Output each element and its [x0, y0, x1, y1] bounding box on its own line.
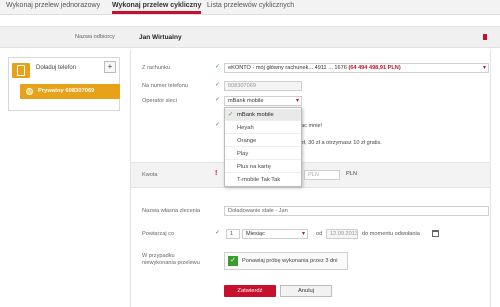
check-icon: ✓	[215, 230, 221, 236]
failure-label-1: W przypadku	[142, 253, 175, 259]
operator-dropdown: ✓ mBank mobile Heyah Orange Play Plus na…	[224, 107, 302, 187]
calendar-icon[interactable]	[432, 230, 439, 237]
operator-option[interactable]: Plus na kartę	[225, 161, 301, 173]
from-account-label: Z rachunku	[142, 65, 170, 71]
promo-text-2: zł, 30 zł a otrzymasz 10 zł gratis.	[301, 140, 382, 146]
operator-option[interactable]: T-mobile Tak Tak	[225, 174, 301, 186]
tab-bar: Wykonaj przelew jednorazowy Wykonaj prze…	[0, 0, 500, 15]
topup-label: Doładuj telefon	[36, 65, 77, 71]
add-button[interactable]: +	[104, 61, 116, 73]
check-icon: ✓	[215, 97, 221, 103]
phone-label: Na numer telefonu	[142, 83, 189, 89]
order-name-input[interactable]: Doładowanie stałe - Jan	[224, 206, 489, 216]
repeat-unit-select[interactable]: Miesiąc ▾	[242, 229, 308, 239]
from-account-value: eKONTO - mój główny rachunek... 4911 ...…	[228, 65, 347, 71]
from-date-label: od	[316, 231, 323, 237]
operator-option[interactable]: Orange	[225, 135, 301, 147]
failure-label-2: niewykonania przelewu	[142, 260, 200, 266]
retry-text: Ponawiaj próbę wykonania przez 3 dni	[242, 258, 338, 264]
repeat-label: Powtarzaj co	[142, 231, 175, 237]
promo-text-1: ac mnie!	[301, 123, 323, 129]
retry-option-box: ✓ Ponawiaj próbę wykonania przez 3 dni	[224, 252, 348, 270]
until-label: do momentu odwołania	[362, 231, 420, 237]
recipient-row: Nazwa odbiorcy Jan Wirtualny	[0, 26, 500, 48]
check-icon: ✓	[215, 122, 221, 128]
operator-option[interactable]: Play	[225, 148, 301, 160]
amount-label: Kwota	[142, 172, 158, 178]
tab-recurring-transfer[interactable]: Wykonaj przelew cykliczny	[112, 0, 202, 14]
operator-option[interactable]: Heyah	[225, 122, 301, 134]
topup-sidebar: Doładuj telefon + Prywatny 608307069	[8, 57, 120, 111]
amount-input[interactable]: PLN	[304, 170, 340, 180]
tab-recurring-transfers-list[interactable]: Lista przelewów cyklicznych	[207, 0, 294, 14]
currency-label: PLN	[346, 171, 357, 177]
cancel-button[interactable]: Anuluj	[280, 285, 332, 297]
retry-checkbox[interactable]: ✓	[228, 256, 238, 266]
check-icon: ✓	[215, 82, 221, 88]
check-icon: ✓	[228, 112, 233, 118]
recipient-name: Jan Wirtualny	[139, 34, 182, 41]
operator-select[interactable]: mBank mobile ▾	[224, 96, 302, 106]
check-icon: ✓	[215, 64, 221, 70]
account-badge[interactable]: Prywatny 608307069	[20, 84, 120, 99]
repeat-count-input[interactable]: 1	[226, 229, 240, 239]
chevron-down-icon: ▾	[295, 98, 299, 104]
order-name-label: Nazwa własna zlecenia	[142, 208, 201, 214]
from-account-select[interactable]: eKONTO - mój główny rachunek... 4911 ...…	[224, 63, 489, 73]
operator-option[interactable]: ✓ mBank mobile	[225, 109, 301, 121]
phone-topup-icon	[12, 63, 30, 78]
start-date-input[interactable]: 12.09.2013	[326, 229, 358, 239]
error-icon: !	[215, 170, 218, 177]
account-circle-icon	[26, 88, 33, 95]
account-label: Prywatny 608307069	[38, 88, 95, 94]
submit-button[interactable]: Zatwierdź	[224, 285, 276, 297]
from-account-balance: (64 494 498,91 PLN)	[348, 65, 401, 71]
tab-one-time-transfer[interactable]: Wykonaj przelew jednorazowy	[6, 0, 100, 14]
operator-label: Operator sieci	[142, 98, 177, 104]
bookmark-icon[interactable]	[483, 34, 487, 40]
phone-input[interactable]: 608307069	[224, 81, 302, 91]
chevron-down-icon: ▾	[482, 65, 486, 71]
chevron-down-icon: ▾	[301, 231, 305, 237]
operator-value: mBank mobile	[228, 98, 264, 104]
recipient-label: Nazwa odbiorcy	[75, 34, 115, 40]
